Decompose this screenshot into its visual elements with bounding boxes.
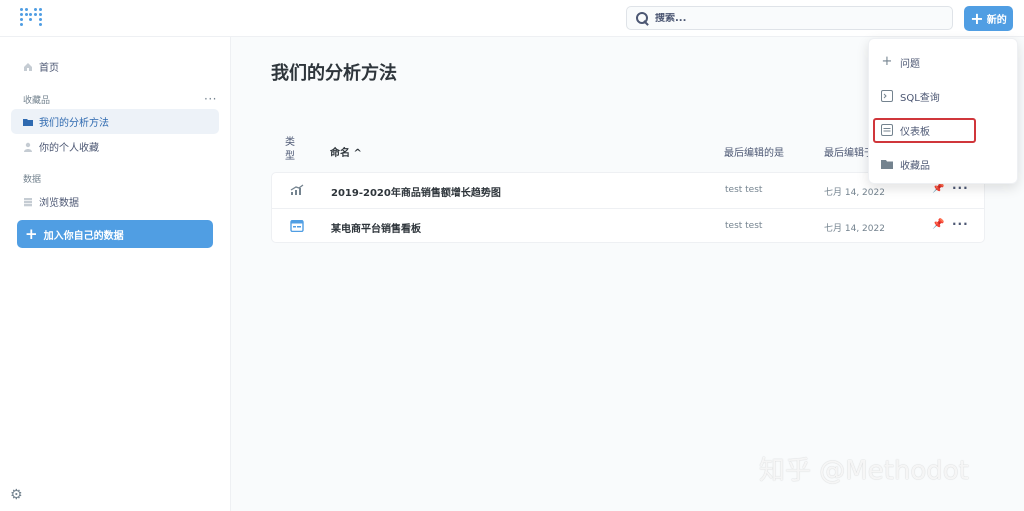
more-options-icon[interactable]: ···	[952, 217, 969, 231]
more-options-icon[interactable]: ···	[204, 92, 217, 106]
pin-icon[interactable]: 📌	[932, 219, 944, 230]
sidebar-item-label: 首页	[39, 63, 59, 74]
new-button-label: 新的	[986, 15, 1007, 26]
search-icon	[635, 11, 649, 25]
page-title: 我们的分析方法	[271, 63, 397, 84]
item-editor: test test	[725, 221, 763, 231]
table-row[interactable]: 某电商平台销售看板 test test 七月 14, 2022 📌 ···	[272, 208, 984, 243]
new-button[interactable]: + 新的	[964, 6, 1013, 31]
folder-icon	[881, 158, 893, 170]
item-date: 七月 14, 2022	[824, 224, 885, 234]
menu-item-label: 问题	[900, 58, 920, 70]
sidebar-item-personal-collection[interactable]: 你的个人收藏	[11, 134, 219, 159]
menu-item-question[interactable]: + 问题	[881, 52, 920, 72]
menu-item-label: SQL查询	[900, 92, 940, 104]
highlight-annotation-box	[873, 118, 976, 143]
search-input[interactable]	[655, 12, 935, 24]
folder-icon	[23, 117, 33, 127]
gear-icon[interactable]: ⚙	[10, 487, 23, 503]
plus-icon: +	[881, 54, 893, 69]
line-chart-icon	[290, 184, 304, 196]
item-editor: test test	[725, 185, 763, 195]
database-icon	[23, 197, 33, 207]
person-icon	[23, 142, 33, 152]
item-name[interactable]: 2019-2020年商品销售额增长趋势图	[331, 184, 501, 199]
data-section-label: 数据	[23, 175, 42, 185]
menu-item-sql-query[interactable]: SQL查询	[881, 86, 940, 106]
item-date: 七月 14, 2022	[824, 188, 885, 198]
column-header-last-edited-by[interactable]: 最后编辑的是	[724, 144, 784, 159]
new-dropdown-menu: + 问题 SQL查询 仪表板 收藏品	[868, 38, 1018, 184]
add-data-label: 加入你自己的数据	[43, 230, 124, 242]
column-header-last-edited-at[interactable]: 最后编辑于	[824, 144, 874, 159]
plus-icon: +	[970, 8, 984, 28]
column-header-name[interactable]: 命名 ^	[330, 144, 362, 159]
watermark-text: 知乎 @Methodot	[759, 456, 969, 486]
sidebar-item-label: 浏览数据	[39, 198, 79, 209]
plus-icon: +	[25, 224, 38, 243]
menu-item-collection[interactable]: 收藏品	[881, 154, 930, 174]
sidebar-item-browse-data[interactable]: 浏览数据	[11, 189, 219, 214]
item-name[interactable]: 某电商平台销售看板	[331, 220, 421, 235]
sql-icon	[881, 90, 893, 102]
dashboard-icon	[290, 219, 304, 233]
sidebar: 首页 收藏品 ··· 我们的分析方法 你的个人收藏 数据 浏览数据 + 加入你自…	[0, 37, 231, 511]
sidebar-item-our-analytics[interactable]: 我们的分析方法	[11, 109, 219, 134]
sidebar-item-label: 你的个人收藏	[39, 143, 99, 154]
metabase-logo-icon[interactable]	[20, 8, 42, 28]
collections-section-label: 收藏品	[23, 96, 51, 106]
add-your-own-data-button[interactable]: + 加入你自己的数据	[17, 220, 213, 248]
menu-item-label: 收藏品	[900, 160, 930, 172]
pin-icon[interactable]: 📌	[932, 183, 944, 194]
top-bar: + 新的	[0, 0, 1024, 37]
home-icon	[23, 62, 33, 72]
search-bar[interactable]	[626, 6, 953, 30]
column-header-type[interactable]: 类 型	[285, 136, 295, 164]
sidebar-item-label: 我们的分析方法	[39, 118, 109, 129]
sidebar-item-home[interactable]: 首页	[11, 54, 219, 79]
